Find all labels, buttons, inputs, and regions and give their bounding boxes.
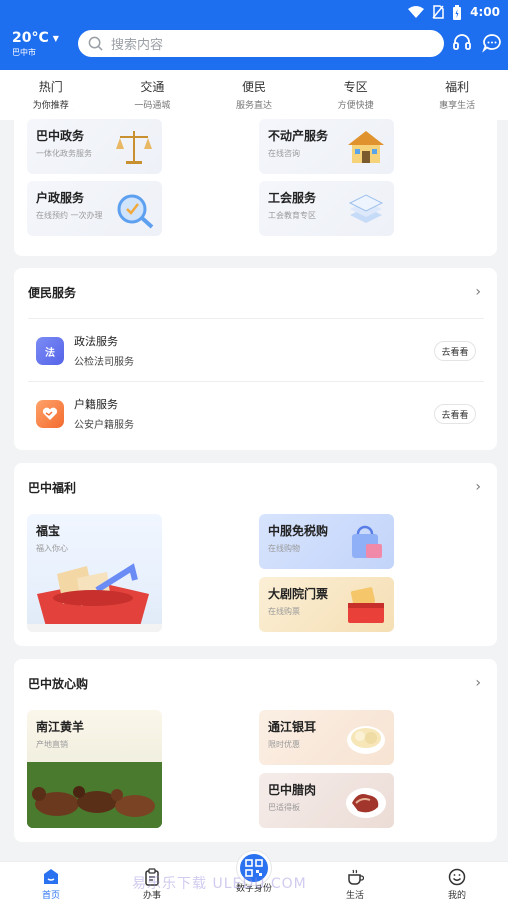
service-tile-household[interactable]: 户政服务 在线预约 一次办理 [27,181,162,236]
welfare-tile-dutyfree[interactable]: 中服免税购 在线购物 [259,514,394,569]
welfare-big-tile[interactable]: 福宝 福入你心 [27,514,162,632]
home-icon [44,869,58,884]
section-title: 巴中福利 [28,481,77,495]
welfare-card: 巴中福利 › 福宝 福入你心 中服免税购 在线购物 大剧院门票 在线购票 [14,463,497,646]
gift-box-icon [27,563,162,632]
ticket-box-icon [348,587,384,623]
tile-title: 南江黄羊 [36,720,85,734]
service-tile-real-estate[interactable]: 不动产服务 在线咨询 [259,119,394,174]
chevron-right-icon[interactable]: › [475,284,481,300]
layers-icon [348,194,384,223]
welfare-tile-theater[interactable]: 大剧院门票 在线购票 [259,577,394,632]
bacon-plate-icon [346,788,386,818]
search-input[interactable]: 搜索内容 [78,30,444,57]
tab-label: 交通 [140,80,165,94]
chevron-right-icon[interactable]: › [475,675,481,691]
item-subtitle: 公检法司服务 [74,357,134,368]
section-title: 便民服务 [28,286,77,300]
tile-title: 福宝 [36,524,61,538]
list-item-legal[interactable]: 法 政法服务 公检法司服务 去看看 [28,319,484,381]
weather-widget[interactable]: 20°C ▼ 巴中市 [12,30,59,58]
heart-handshake-icon [36,400,64,428]
item-title: 政法服务 [74,335,118,348]
city-name: 巴中市 [12,48,36,57]
scales-icon [116,131,152,164]
wifi-icon [408,6,425,18]
shopping-bag-icon [352,525,382,558]
no-sim-icon [432,5,444,19]
service-tile-union[interactable]: 工会服务 工会教育专区 [259,181,394,236]
shopping-tile-fungus[interactable]: 通江银耳 限时优惠 [259,710,394,765]
go-see-button[interactable]: 去看看 [434,341,476,361]
item-title: 户籍服务 [74,398,118,411]
dropdown-icon: ▼ [52,33,59,43]
smiley-icon [448,868,466,886]
tab-label: 专区 [343,80,368,94]
nav-me[interactable]: 我的 [427,868,487,901]
coffee-cup-icon [348,869,364,885]
search-icon [88,36,103,51]
fungus-bowl-icon [347,726,385,754]
go-see-button[interactable]: 去看看 [434,404,476,424]
nav-label: 我的 [447,891,466,901]
headset-icon[interactable] [452,33,472,53]
list-item-census[interactable]: 户籍服务 公安户籍服务 去看看 [28,382,484,444]
tab-label: 便民 [241,80,266,94]
service-tile-government[interactable]: 巴中政务 一体化政务服务 [27,119,162,174]
battery-icon [453,4,462,20]
shield-icon: 法 [36,337,64,365]
tile-subtitle: 福入你心 [36,544,68,553]
nav-label: 生活 [345,891,364,901]
nav-home[interactable]: 首页 [21,868,81,901]
chevron-right-icon[interactable]: › [475,479,481,495]
magnifier-icon [117,194,154,229]
item-subtitle: 公安户籍服务 [74,420,134,431]
shopping-big-tile[interactable]: 南江黄羊 产地直销 [27,710,162,828]
temperature: 20°C [12,30,49,46]
status-time: 4:00 [470,5,500,19]
convenience-card: 便民服务 › 法 政法服务 公检法司服务 去看看 户籍服务 公安户籍服务 去看看 [14,268,497,450]
nav-life[interactable]: 生活 [325,868,385,901]
status-bar: 4:00 [408,3,500,21]
house-icon [348,131,384,163]
tab-label: 热门 [38,80,63,94]
goat-photo [27,762,162,828]
tile-subtitle: 产地直销 [36,740,68,749]
search-placeholder: 搜索内容 [111,38,164,53]
nav-label: 首页 [41,891,60,901]
shopping-tile-bacon[interactable]: 巴中腊肉 巴适得板 [259,773,394,828]
services-card: 巴中政务 一体化政务服务 不动产服务 在线咨询 户政服务 在线预约 一次办理 工… [14,110,497,256]
shopping-card: 巴中放心购 › 南江黄羊 产地直销 通江银耳 限时优惠 巴中腊肉 巴适得板 [14,659,497,842]
tab-label: 福利 [445,80,470,94]
message-icon[interactable] [482,33,502,53]
app-header: 4:00 20°C ▼ 巴中市 搜索内容 [0,0,508,70]
watermark: 易乐乐下载 ULEDU.COM [132,876,307,892]
section-title: 巴中放心购 [28,677,89,691]
